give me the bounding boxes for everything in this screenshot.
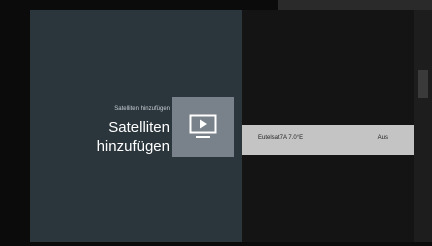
tv-settings-screen: Satelliten hinzufügen Satelliten hinzufü… — [0, 0, 432, 246]
scrollbar[interactable] — [414, 10, 432, 242]
satellite-list: Eutelsat7A 7.0°E Aus — [242, 10, 414, 242]
tv-play-icon — [189, 114, 217, 138]
breadcrumb-subtitle: Satelliten hinzufügen — [114, 106, 170, 112]
list-item-label: Eutelsat7A 7.0°E — [258, 135, 304, 141]
page-title: Satelliten hinzufügen — [96, 119, 170, 155]
tv-play-tile — [172, 97, 234, 157]
scrollbar-thumb[interactable] — [418, 70, 428, 98]
top-bar — [278, 0, 432, 10]
list-item-value: Aus — [377, 135, 388, 141]
list-item-eutelsat7a[interactable]: Eutelsat7A 7.0°E Aus — [242, 125, 414, 155]
